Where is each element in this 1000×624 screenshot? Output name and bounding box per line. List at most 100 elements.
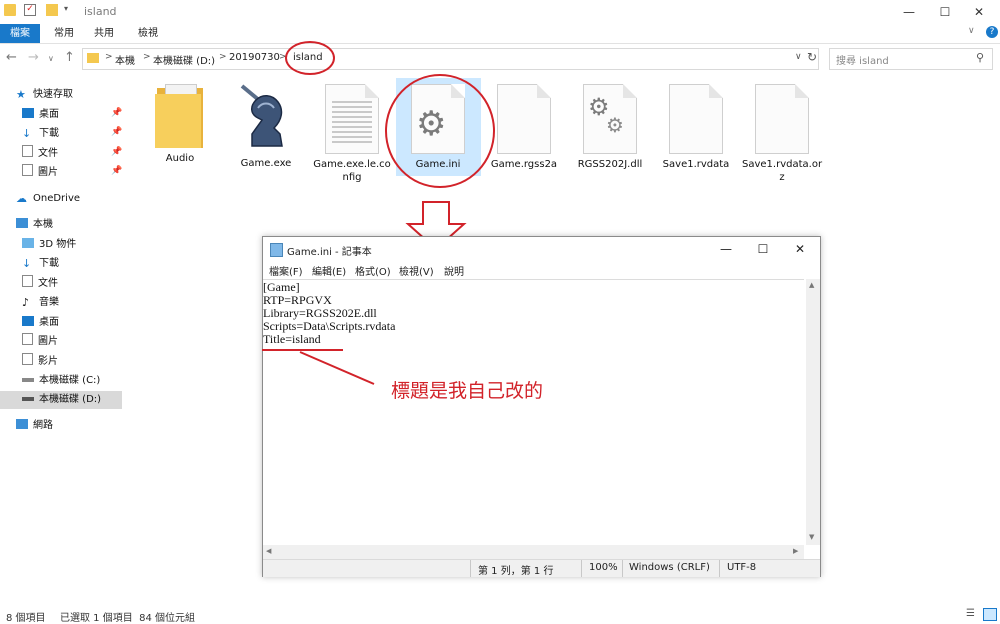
- forward-arrow-icon[interactable]: →: [28, 50, 39, 65]
- notepad-maximize-button[interactable]: ☐: [745, 237, 781, 261]
- nav-drive-d[interactable]: 本機磁碟 (D:): [0, 391, 122, 409]
- up-arrow-icon[interactable]: ↑: [64, 50, 75, 65]
- file-item-audio[interactable]: Audio: [140, 84, 220, 165]
- help-icon[interactable]: ?: [986, 26, 998, 38]
- notepad-text-area[interactable]: [Game] RTP=RPGVX Library=RGSS202E.dll Sc…: [263, 279, 804, 546]
- window-title: island: [84, 5, 117, 18]
- chevron-down-icon[interactable]: ▾: [64, 4, 76, 16]
- dll-gears-icon: ⚙ ⚙: [583, 84, 637, 154]
- desktop-icon: [22, 316, 34, 326]
- notepad-window: Game.ini - 記事本 — ☐ ✕ 檔案(F) 編輯(E) 格式(O) 檢…: [262, 236, 821, 577]
- breadcrumb-separator: >: [219, 52, 227, 62]
- download-icon: ↓: [22, 257, 32, 270]
- refresh-icon[interactable]: ↻: [807, 50, 817, 64]
- close-button[interactable]: ✕: [956, 0, 1000, 24]
- nav-label: 圖片: [38, 167, 58, 178]
- cloud-icon: ☁: [16, 192, 27, 205]
- nav-quick-access[interactable]: ★ 快速存取: [16, 86, 73, 104]
- nav-3d-objects[interactable]: 3D 物件: [22, 236, 76, 254]
- nav-documents[interactable]: 文件: [22, 145, 58, 163]
- file-item-save1-rvdata[interactable]: Save1.rvdata: [656, 84, 736, 171]
- nav-label: 圖片: [38, 336, 58, 347]
- desktop-icon: [22, 108, 34, 118]
- drive-icon: [22, 397, 34, 401]
- nav-music[interactable]: ♪ 音樂: [22, 294, 59, 312]
- recent-locations-icon[interactable]: ∨: [48, 54, 54, 63]
- tab-file[interactable]: 檔案: [0, 24, 40, 43]
- nav-pc-pictures[interactable]: 圖片: [22, 333, 58, 351]
- notepad-title: Game.ini - 記事本: [287, 247, 372, 258]
- nav-videos[interactable]: 影片: [22, 353, 58, 371]
- status-divider: [622, 560, 623, 577]
- annotation-note: 標題是我自己改的: [391, 380, 544, 402]
- horizontal-scrollbar[interactable]: ◀ ▶: [263, 545, 804, 559]
- vertical-scrollbar[interactable]: ▲ ▼: [806, 279, 820, 545]
- annotation-circle: [385, 74, 495, 188]
- video-icon: [22, 353, 33, 365]
- properties-icon[interactable]: ✓: [24, 4, 36, 16]
- nav-label: OneDrive: [33, 193, 81, 204]
- new-folder-icon[interactable]: [46, 4, 58, 16]
- knight-app-icon: [240, 84, 283, 147]
- back-arrow-icon[interactable]: ←: [6, 50, 17, 65]
- tab-share[interactable]: 共用: [88, 24, 120, 43]
- scroll-up-icon[interactable]: ▲: [809, 281, 814, 289]
- folder-icon: [4, 4, 16, 16]
- tab-view[interactable]: 檢視: [132, 24, 164, 43]
- notepad-minimize-button[interactable]: —: [708, 237, 744, 261]
- file-item-game-rgss2a[interactable]: Game.rgss2a: [484, 84, 564, 171]
- address-dropdown-icon[interactable]: ∨: [795, 52, 802, 62]
- tab-home[interactable]: 常用: [48, 24, 80, 43]
- scroll-down-icon[interactable]: ▼: [809, 533, 814, 541]
- nav-label: 快速存取: [33, 89, 73, 100]
- menu-format[interactable]: 格式(O): [355, 263, 391, 278]
- navigation-pane: ★ 快速存取 桌面 📌 ↓ 下載 📌 文件 📌 圖片 📌 ☁ OneDrive 本機 …: [0, 76, 124, 606]
- menu-help[interactable]: 說明: [444, 263, 464, 278]
- file-item-save1-rvdata-orz[interactable]: Save1.rvdata.or z: [742, 84, 822, 184]
- notepad-status-bar: 第 1 列，第 1 行 100% Windows (CRLF) UTF-8: [263, 559, 820, 577]
- nav-downloads[interactable]: ↓ 下載: [22, 125, 59, 143]
- file-icon: [497, 84, 551, 154]
- nav-desktop[interactable]: 桌面: [22, 106, 59, 124]
- search-icon[interactable]: ⚲: [976, 51, 984, 64]
- pin-icon: 📌: [111, 166, 123, 176]
- nav-pc-desktop[interactable]: 桌面: [22, 314, 59, 332]
- address-row: ← → ∨ ↑ > 本機 > 本機磁碟 (D:) > 20190730 > is…: [0, 44, 1000, 72]
- nav-pictures[interactable]: 圖片: [22, 164, 58, 182]
- expand-ribbon-icon[interactable]: ∨: [968, 26, 975, 36]
- status-divider: [470, 560, 471, 577]
- nav-label: 下載: [39, 128, 59, 139]
- breadcrumb-separator: >: [105, 52, 113, 62]
- scroll-right-icon[interactable]: ▶: [793, 547, 798, 555]
- large-icons-view-icon[interactable]: [983, 608, 997, 621]
- status-divider: [719, 560, 720, 577]
- file-name: Save1.rvdata.or z: [742, 159, 823, 183]
- nav-this-pc[interactable]: 本機: [16, 216, 53, 234]
- search-placeholder: 搜尋 island: [836, 56, 889, 67]
- nav-network[interactable]: 網路: [16, 417, 53, 435]
- menu-view[interactable]: 檢視(V): [399, 263, 434, 278]
- zoom-level: 100%: [589, 562, 618, 573]
- file-name: Save1.rvdata: [662, 159, 730, 170]
- cursor-position: 第 1 列，第 1 行: [478, 566, 554, 577]
- nav-pc-documents[interactable]: 文件: [22, 275, 58, 293]
- search-input[interactable]: 搜尋 island ⚲: [829, 48, 993, 70]
- menu-edit[interactable]: 編輯(E): [312, 263, 346, 278]
- address-bar[interactable]: > 本機 > 本機磁碟 (D:) > 20190730 > island ∨ ↻: [82, 48, 819, 70]
- file-item-game-exe[interactable]: Game.exe: [226, 84, 306, 170]
- details-view-icon[interactable]: ☰: [966, 608, 975, 619]
- file-item-game-exe-config[interactable]: Game.exe.le.co nfig: [312, 84, 392, 184]
- nav-label: 音樂: [39, 297, 59, 308]
- scroll-left-icon[interactable]: ◀: [266, 547, 271, 555]
- nav-onedrive[interactable]: ☁ OneDrive: [16, 190, 80, 208]
- breadcrumb-20190730[interactable]: 20190730: [229, 52, 280, 63]
- nav-pc-downloads[interactable]: ↓ 下載: [22, 255, 59, 273]
- file-item-rgss202j-dll[interactable]: ⚙ ⚙ RGSS202J.dll: [570, 84, 650, 171]
- picture-icon: [22, 164, 33, 176]
- notepad-close-button[interactable]: ✕: [782, 237, 818, 261]
- nav-label: 桌面: [39, 109, 59, 120]
- breadcrumb-drive-d[interactable]: 本機磁碟 (D:): [153, 52, 215, 67]
- breadcrumb-this-pc[interactable]: 本機: [115, 52, 135, 67]
- menu-file[interactable]: 檔案(F): [269, 263, 303, 278]
- nav-drive-c[interactable]: 本機磁碟 (C:): [22, 372, 100, 390]
